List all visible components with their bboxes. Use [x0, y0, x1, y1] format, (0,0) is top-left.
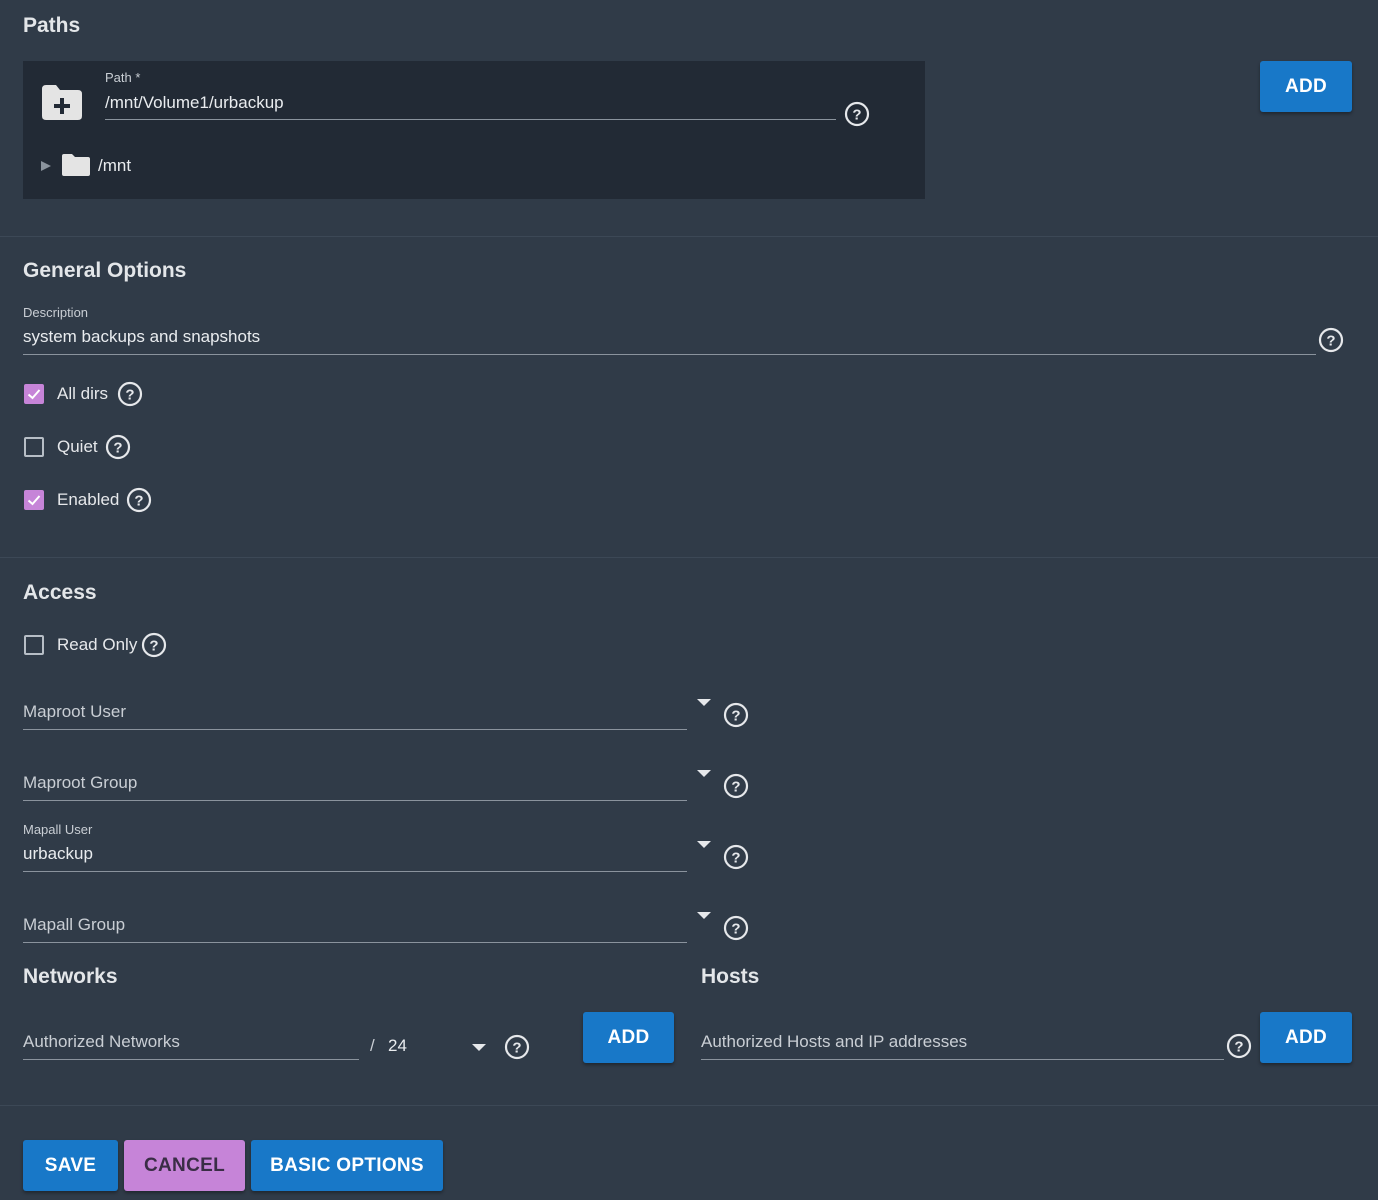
section-divider — [0, 1105, 1378, 1106]
svg-text:?: ? — [1326, 333, 1335, 350]
path-field-label: Path * — [105, 70, 141, 85]
netmask-separator: / — [370, 1036, 375, 1055]
paths-section-title: Paths — [23, 14, 81, 37]
path-explorer-panel: Path * /mnt/Volume1/urbackup ? /mnt — [23, 61, 925, 199]
svg-text:?: ? — [125, 387, 134, 404]
folder-icon — [61, 153, 91, 182]
description-label: Description — [23, 305, 89, 320]
general-options-title: General Options — [23, 259, 187, 282]
svg-text:?: ? — [731, 921, 740, 938]
mapall-user-dropdown-icon[interactable] — [697, 841, 711, 848]
description-input[interactable]: system backups and snapshots — [23, 327, 260, 347]
tree-expand-arrow-icon[interactable] — [40, 159, 52, 177]
mapall-user-underline — [23, 871, 687, 872]
authorized-networks-underline — [23, 1059, 359, 1060]
description-help-icon[interactable]: ? — [1318, 327, 1344, 358]
svg-text:?: ? — [852, 107, 861, 124]
mapall-group-underline — [23, 942, 687, 943]
networks-help-icon[interactable]: ? — [504, 1034, 530, 1065]
svg-text:?: ? — [113, 440, 122, 457]
add-host-button[interactable]: ADD — [1260, 1012, 1352, 1063]
maproot-user-select[interactable]: Maproot User — [23, 702, 126, 722]
all-dirs-help-icon[interactable]: ? — [117, 381, 143, 412]
path-input-underline — [105, 119, 836, 120]
add-path-button[interactable]: ADD — [1260, 61, 1352, 112]
section-divider — [0, 236, 1378, 237]
authorized-hosts-input[interactable]: Authorized Hosts and IP addresses — [701, 1032, 967, 1052]
hosts-section-title: Hosts — [701, 965, 760, 988]
path-help-icon[interactable]: ? — [844, 101, 870, 132]
quiet-label: Quiet — [57, 437, 98, 456]
enabled-checkbox[interactable] — [24, 490, 44, 510]
add-network-button[interactable]: ADD — [583, 1012, 674, 1063]
path-input[interactable]: /mnt/Volume1/urbackup — [105, 93, 284, 113]
networks-section-title: Networks — [23, 965, 118, 988]
svg-text:?: ? — [731, 850, 740, 867]
mapall-group-dropdown-icon[interactable] — [697, 912, 711, 919]
maproot-user-dropdown-icon[interactable] — [697, 699, 711, 706]
cancel-button[interactable]: CANCEL — [124, 1140, 245, 1191]
hosts-help-icon[interactable]: ? — [1226, 1033, 1252, 1064]
read-only-help-icon[interactable]: ? — [141, 632, 167, 663]
folder-add-icon[interactable] — [40, 83, 84, 126]
maproot-group-underline — [23, 800, 687, 801]
svg-text:?: ? — [149, 638, 158, 655]
enabled-help-icon[interactable]: ? — [126, 487, 152, 518]
mapall-group-help-icon[interactable]: ? — [723, 915, 749, 946]
mapall-user-label: Mapall User — [23, 822, 93, 837]
maproot-group-select[interactable]: Maproot Group — [23, 773, 137, 793]
section-divider — [0, 557, 1378, 558]
all-dirs-label: All dirs — [57, 384, 109, 403]
quiet-help-icon[interactable]: ? — [105, 434, 131, 465]
svg-text:?: ? — [731, 708, 740, 725]
svg-text:?: ? — [731, 779, 740, 796]
svg-text:?: ? — [512, 1040, 521, 1057]
authorized-networks-input[interactable]: Authorized Networks — [23, 1032, 180, 1052]
all-dirs-checkbox[interactable] — [24, 384, 44, 404]
enabled-label: Enabled — [57, 490, 120, 509]
mapall-user-help-icon[interactable]: ? — [723, 844, 749, 875]
svg-text:?: ? — [134, 493, 143, 510]
authorized-hosts-underline — [701, 1059, 1224, 1060]
read-only-checkbox[interactable] — [24, 635, 44, 655]
mapall-user-select[interactable]: urbackup — [23, 844, 93, 864]
mapall-group-select[interactable]: Mapall Group — [23, 915, 125, 935]
maproot-group-dropdown-icon[interactable] — [697, 770, 711, 777]
svg-text:?: ? — [1234, 1039, 1243, 1056]
quiet-checkbox[interactable] — [24, 437, 44, 457]
description-underline — [23, 354, 1316, 355]
netmask-select[interactable]: 24 — [388, 1036, 407, 1056]
basic-options-button[interactable]: BASIC OPTIONS — [251, 1140, 443, 1191]
maproot-user-help-icon[interactable]: ? — [723, 702, 749, 733]
maproot-user-underline — [23, 729, 687, 730]
access-section-title: Access — [23, 581, 97, 604]
tree-item-mnt[interactable]: /mnt — [98, 156, 131, 176]
read-only-label: Read Only — [57, 635, 138, 654]
netmask-dropdown-icon[interactable] — [472, 1044, 486, 1051]
maproot-group-help-icon[interactable]: ? — [723, 773, 749, 804]
save-button[interactable]: SAVE — [23, 1140, 118, 1191]
